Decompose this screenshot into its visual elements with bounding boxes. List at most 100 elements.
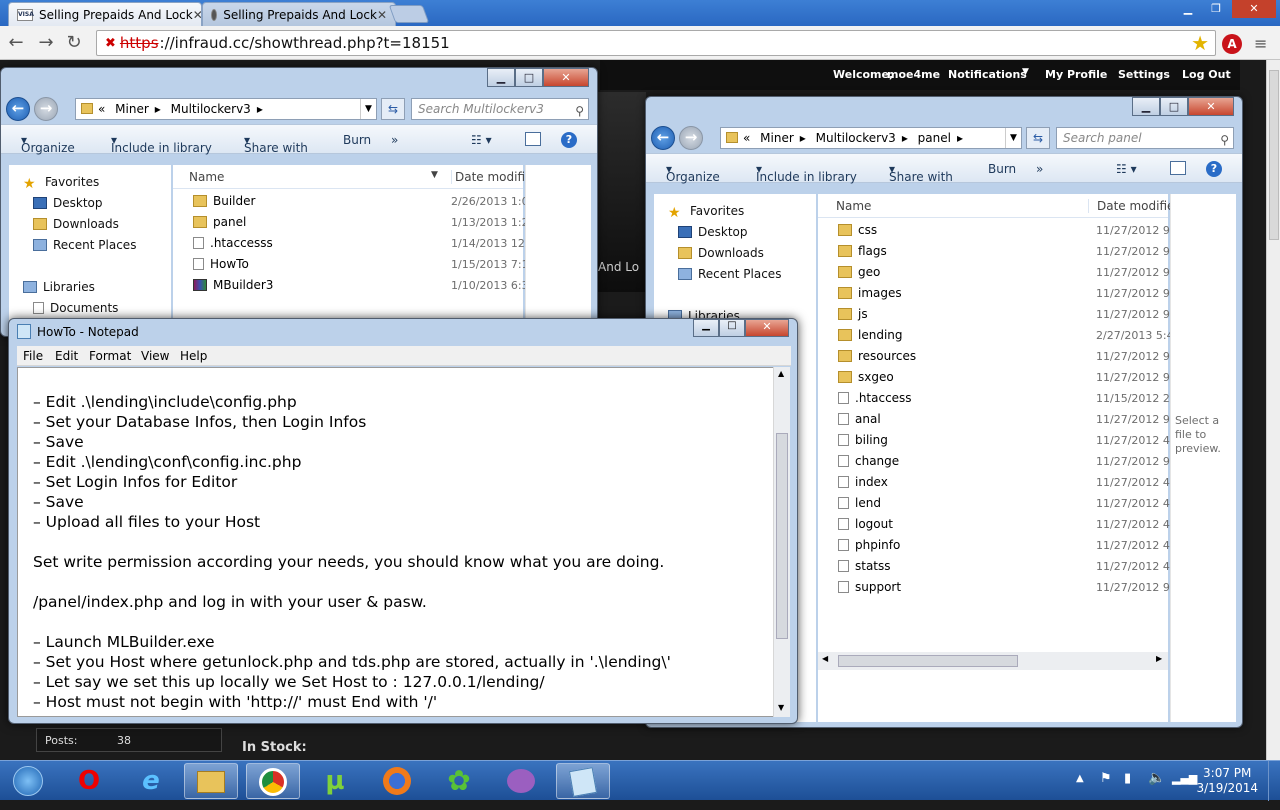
adblock-extension-icon[interactable]: A (1222, 34, 1242, 54)
username-link[interactable]: moe4me (887, 68, 940, 81)
minimize-button[interactable]: ▁ (487, 68, 515, 87)
scroll-thumb[interactable] (838, 655, 1018, 667)
text-editor[interactable]: – Edit .\lending\include\config.php – Se… (17, 367, 781, 717)
menu-view[interactable]: View (141, 349, 169, 363)
search-input[interactable]: Search Multilockerv3 ⚲ (411, 98, 589, 120)
file-row[interactable]: index 11/27/2012 4: (818, 472, 1174, 493)
burn-button[interactable]: Burn (988, 162, 1016, 176)
new-tab-button[interactable] (388, 5, 430, 23)
file-row[interactable]: sxgeo 11/27/2012 9: (818, 367, 1174, 388)
opera-taskbar-button[interactable]: O (62, 763, 116, 799)
file-row[interactable]: .htaccesss 1/14/2013 12: (173, 233, 529, 254)
nav-favorites[interactable]: ★ Favorites (668, 204, 744, 220)
chevron-down-icon[interactable]: ▼ (360, 99, 376, 119)
explorer-taskbar-button[interactable] (184, 763, 238, 799)
more-commands-button[interactable]: » (1036, 162, 1043, 176)
minimize-button[interactable]: ▁ (1174, 0, 1202, 18)
menu-file[interactable]: File (23, 349, 43, 363)
back-arrow-icon[interactable]: ← (6, 97, 30, 121)
file-row[interactable]: lend 11/27/2012 4: (818, 493, 1174, 514)
menu-help[interactable]: Help (180, 349, 207, 363)
system-clock[interactable]: 3:07 PM 3/19/2014 (1196, 766, 1258, 796)
browser-tab-active[interactable]: VISA Selling Prepaids And Lock ✕ (8, 2, 202, 26)
file-row[interactable]: biling 11/27/2012 4: (818, 430, 1174, 451)
close-button[interactable]: ✕ (543, 68, 589, 87)
nav-recent-places[interactable]: Recent Places (33, 238, 136, 252)
breadcrumb-overflow[interactable]: « (743, 131, 750, 145)
breadcrumb-panel[interactable]: panel (918, 131, 951, 145)
nav-libraries[interactable]: Libraries (23, 280, 95, 294)
ie-taskbar-button[interactable]: e (124, 763, 178, 799)
icq-taskbar-button[interactable]: ✿ (432, 763, 486, 799)
file-row[interactable]: js 11/27/2012 9: (818, 304, 1174, 325)
maximize-button[interactable]: □ (515, 68, 543, 87)
maximize-button[interactable]: ❐ (1202, 0, 1230, 18)
menu-icon[interactable]: ≡ (1254, 34, 1267, 53)
file-row[interactable]: images 11/27/2012 9: (818, 283, 1174, 304)
file-row[interactable]: HowTo 1/15/2013 7:1 (173, 254, 529, 275)
my-profile-link[interactable]: My Profile (1045, 68, 1107, 81)
close-button[interactable]: ✕ (745, 319, 789, 337)
refresh-icon[interactable]: ⇆ (1026, 127, 1050, 149)
organize-button[interactable]: Organize ▾ (666, 162, 720, 184)
scroll-left-icon[interactable]: ◀ (822, 654, 828, 663)
nav-favorites[interactable]: ★ Favorites (23, 175, 99, 191)
name-column-header[interactable]: Name (836, 199, 871, 213)
breadcrumb-miner[interactable]: Miner (760, 131, 794, 145)
tab-close-icon[interactable]: ✕ (193, 8, 201, 22)
reload-icon[interactable]: ↻ (64, 33, 84, 53)
file-row[interactable]: change 11/27/2012 9: (818, 451, 1174, 472)
preview-pane-icon[interactable] (525, 132, 541, 146)
file-row[interactable]: anal 11/27/2012 9: (818, 409, 1174, 430)
view-options-icon[interactable]: ☷ ▾ (1116, 162, 1137, 176)
forward-arrow-icon[interactable]: → (36, 33, 56, 53)
file-row[interactable]: Builder 2/26/2013 1:0 (173, 191, 529, 212)
name-column-header[interactable]: Name (189, 170, 224, 184)
close-button[interactable]: ✕ (1232, 0, 1276, 18)
network-icon[interactable]: ▂▄▆ (1172, 772, 1197, 785)
firefox-taskbar-button[interactable] (370, 763, 424, 799)
breadcrumb[interactable]: « Miner ▸ Multilockerv3 ▸ ▼ (75, 98, 377, 120)
breadcrumb-miner[interactable]: Miner (115, 102, 149, 116)
back-arrow-icon[interactable]: ← (6, 33, 26, 53)
power-icon[interactable]: ▮ (1124, 771, 1131, 786)
maximize-button[interactable]: □ (1160, 97, 1188, 116)
utorrent-taskbar-button[interactable]: µ (308, 763, 362, 799)
nav-recent-places[interactable]: Recent Places (678, 267, 781, 281)
chevron-down-icon[interactable]: ▼ (431, 170, 438, 180)
nav-desktop[interactable]: Desktop (33, 196, 103, 210)
share-with-button[interactable]: Share with ▾ (889, 162, 953, 184)
show-desktop-button[interactable] (1268, 761, 1280, 801)
maximize-button[interactable]: □ (719, 319, 745, 337)
minimize-button[interactable]: ▁ (693, 319, 719, 337)
start-button[interactable] (4, 763, 52, 799)
file-row[interactable]: resources 11/27/2012 9: (818, 346, 1174, 367)
burn-button[interactable]: Burn (343, 133, 371, 147)
scroll-right-icon[interactable]: ▶ (1156, 654, 1162, 663)
file-row[interactable]: css 11/27/2012 9: (818, 220, 1174, 241)
address-bar[interactable]: ✖ https ://infraud.cc/showthread.php?t=1… (96, 30, 1216, 56)
notifications-link[interactable]: Notifications (948, 68, 1027, 81)
more-commands-button[interactable]: » (391, 133, 398, 147)
help-icon[interactable]: ? (1206, 161, 1222, 177)
show-hidden-icons[interactable]: ▲ (1076, 773, 1084, 784)
chrome-taskbar-button[interactable] (246, 763, 300, 799)
help-icon[interactable]: ? (561, 132, 577, 148)
breadcrumb-overflow[interactable]: « (98, 102, 105, 116)
notepad-taskbar-button[interactable] (556, 763, 610, 799)
date-column-header[interactable]: Date modifie (451, 170, 532, 184)
settings-link[interactable]: Settings (1118, 68, 1170, 81)
refresh-icon[interactable]: ⇆ (381, 98, 405, 120)
vertical-scrollbar[interactable]: ▲ ▼ (773, 367, 790, 717)
bookmark-star-icon[interactable]: ★ (1191, 31, 1209, 55)
file-row[interactable]: lending 2/27/2013 5:4 (818, 325, 1174, 346)
scroll-thumb[interactable] (776, 433, 788, 639)
file-row[interactable]: panel 1/13/2013 1:2 (173, 212, 529, 233)
horizontal-scrollbar[interactable]: ◀ ▶ (818, 652, 1168, 670)
page-scrollbar[interactable] (1266, 60, 1280, 760)
browser-tab[interactable]: Selling Prepaids And Lock ✕ (202, 2, 396, 26)
file-row[interactable]: geo 11/27/2012 9: (818, 262, 1174, 283)
menu-edit[interactable]: Edit (55, 349, 78, 363)
tab-close-icon[interactable]: ✕ (377, 8, 387, 22)
menu-format[interactable]: Format (89, 349, 131, 363)
